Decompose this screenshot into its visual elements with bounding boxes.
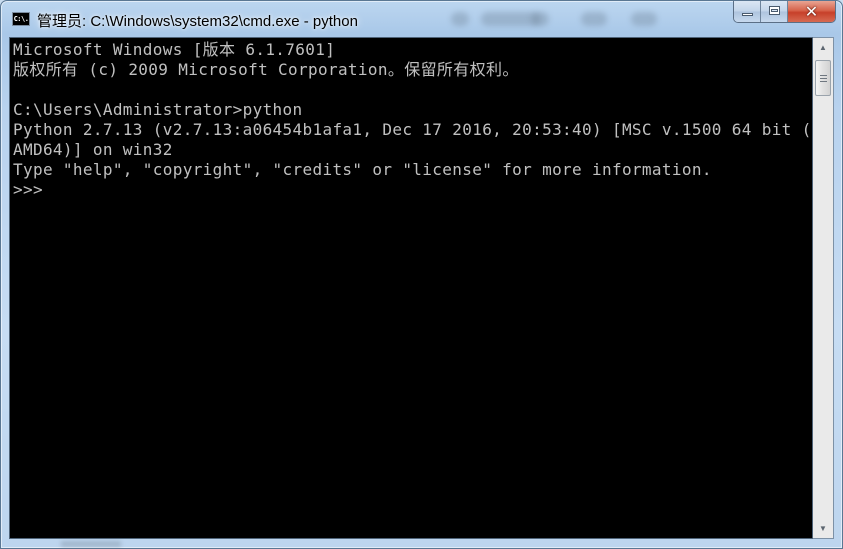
- cmd-window: C:\. 管理员: C:\Windows\system32\cmd.exe - …: [0, 0, 843, 549]
- vertical-scrollbar[interactable]: ▲ ▼: [813, 37, 834, 539]
- maximize-button[interactable]: [761, 1, 788, 22]
- arrow-down-icon: ▼: [819, 524, 827, 533]
- scroll-down-button[interactable]: ▼: [813, 520, 833, 537]
- console-text: Microsoft Windows [版本 6.1.7601] 版权所有 (c) …: [13, 40, 812, 200]
- caption-buttons: ✕: [733, 1, 836, 23]
- console-line: 版权所有 (c) 2009 Microsoft Corporation。保留所有…: [13, 60, 519, 79]
- console-line: Microsoft Windows [版本 6.1.7601]: [13, 40, 336, 59]
- grip-line: [820, 78, 827, 79]
- maximize-icon: [769, 6, 780, 15]
- minimize-button[interactable]: [734, 1, 761, 22]
- window-title: 管理员: C:\Windows\system32\cmd.exe - pytho…: [37, 13, 358, 30]
- cmd-icon[interactable]: C:\.: [12, 12, 30, 26]
- console-line: >>>: [13, 180, 43, 199]
- minimize-icon: [742, 13, 753, 16]
- aero-glass-blur: [61, 541, 121, 547]
- close-icon: ✕: [804, 2, 819, 21]
- arrow-up-icon: ▲: [819, 43, 827, 52]
- title-bar[interactable]: C:\. 管理员: C:\Windows\system32\cmd.exe - …: [1, 1, 842, 37]
- grip-line: [820, 75, 827, 76]
- console-line: C:\Users\Administrator>python: [13, 100, 303, 119]
- console-output[interactable]: Microsoft Windows [版本 6.1.7601] 版权所有 (c) …: [9, 37, 813, 539]
- console-line: AMD64)] on win32: [13, 140, 173, 159]
- grip-line: [820, 81, 827, 82]
- scroll-up-button[interactable]: ▲: [813, 39, 833, 56]
- scrollbar-thumb[interactable]: [815, 60, 831, 96]
- close-button[interactable]: ✕: [788, 1, 835, 22]
- console-line: Python 2.7.13 (v2.7.13:a06454b1afa1, Dec…: [13, 120, 812, 139]
- console-line: Type "help", "copyright", "credits" or "…: [13, 160, 712, 179]
